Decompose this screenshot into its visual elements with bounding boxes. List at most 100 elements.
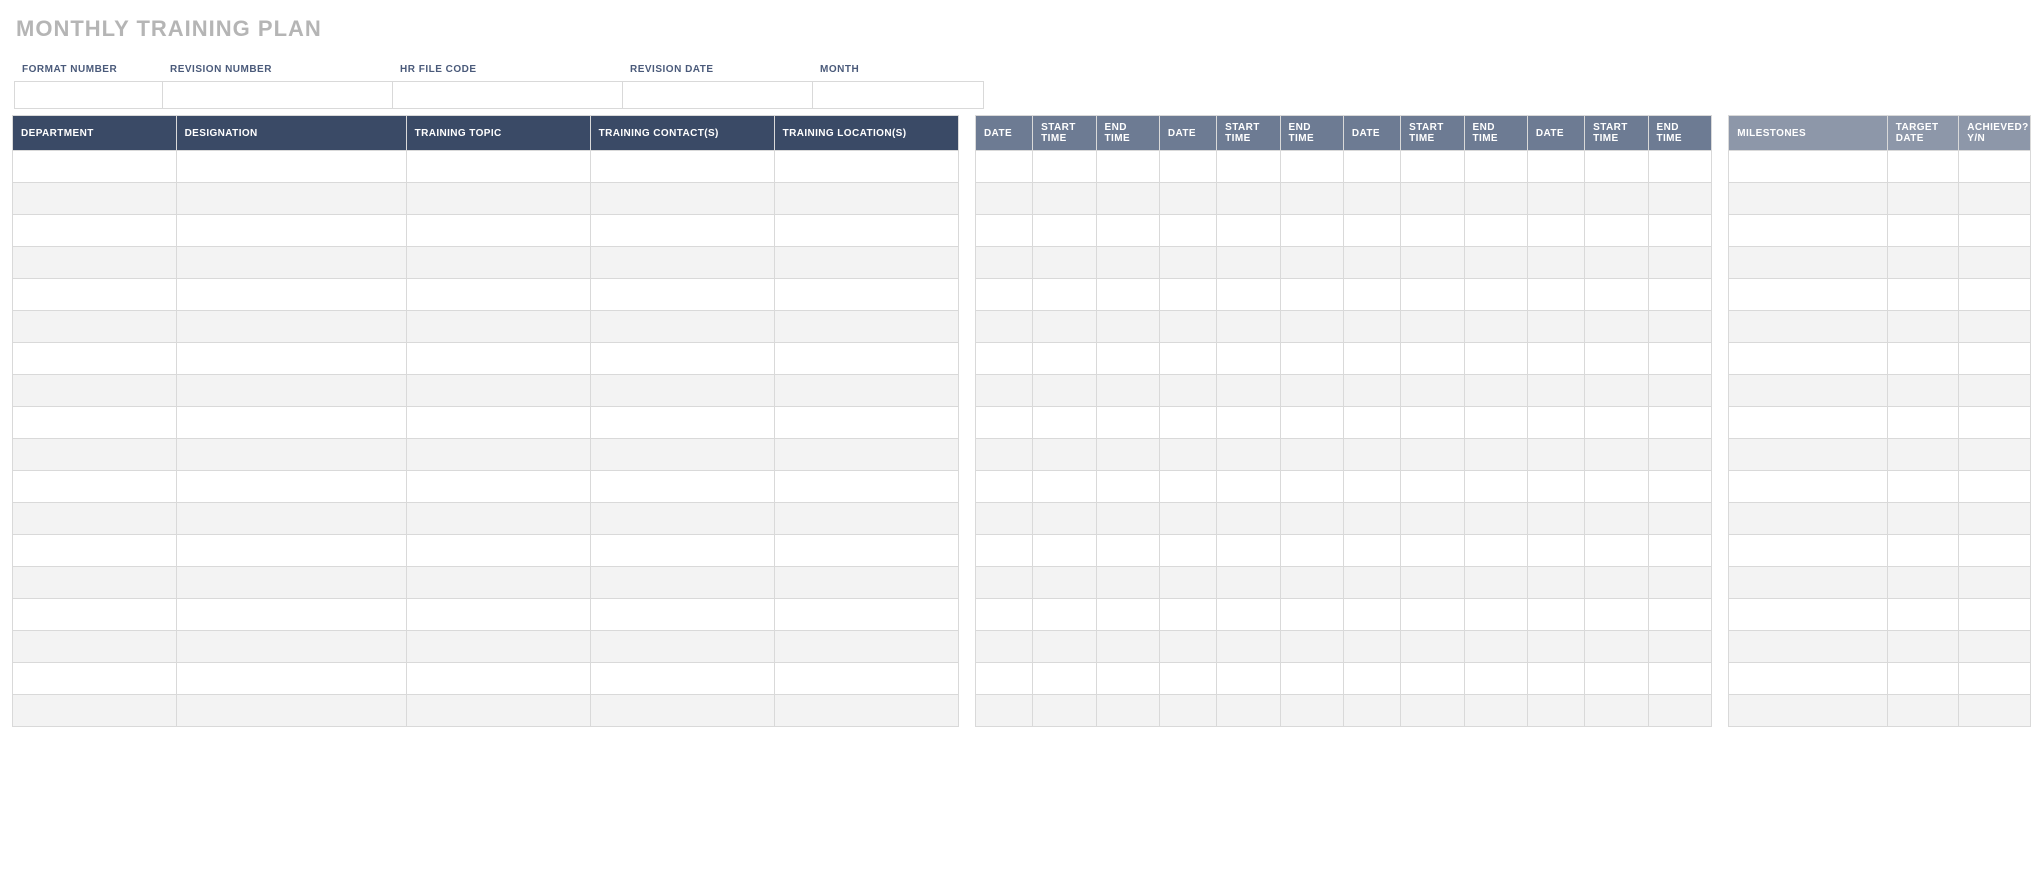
- cell-milestones[interactable]: [1729, 343, 1887, 375]
- cell-training-topic[interactable]: [406, 407, 590, 439]
- cell-end-time-4[interactable]: [1648, 151, 1711, 183]
- cell-start-time-4[interactable]: [1585, 311, 1648, 343]
- cell-date-3[interactable]: [1343, 503, 1400, 535]
- cell-milestones[interactable]: [1729, 599, 1887, 631]
- cell-date-1[interactable]: [975, 663, 1032, 695]
- cell-end-time-3[interactable]: [1464, 215, 1527, 247]
- cell-start-time-2[interactable]: [1217, 631, 1280, 663]
- cell-date-3[interactable]: [1343, 535, 1400, 567]
- cell-end-time-2[interactable]: [1280, 439, 1343, 471]
- cell-end-time-1[interactable]: [1096, 407, 1159, 439]
- cell-end-time-4[interactable]: [1648, 439, 1711, 471]
- cell-start-time-1[interactable]: [1033, 311, 1096, 343]
- cell-end-time-2[interactable]: [1280, 343, 1343, 375]
- cell-date-1[interactable]: [975, 375, 1032, 407]
- cell-end-time-4[interactable]: [1648, 343, 1711, 375]
- cell-training-contacts[interactable]: [590, 183, 774, 215]
- cell-date-2[interactable]: [1159, 535, 1216, 567]
- cell-start-time-1[interactable]: [1033, 215, 1096, 247]
- cell-training-contacts[interactable]: [590, 471, 774, 503]
- cell-end-time-4[interactable]: [1648, 631, 1711, 663]
- cell-date-4[interactable]: [1527, 535, 1584, 567]
- cell-designation[interactable]: [176, 375, 406, 407]
- cell-start-time-4[interactable]: [1585, 247, 1648, 279]
- cell-start-time-3[interactable]: [1401, 183, 1464, 215]
- cell-start-time-1[interactable]: [1033, 375, 1096, 407]
- cell-date-3[interactable]: [1343, 663, 1400, 695]
- cell-start-time-3[interactable]: [1401, 631, 1464, 663]
- cell-end-time-4[interactable]: [1648, 567, 1711, 599]
- cell-date-3[interactable]: [1343, 151, 1400, 183]
- cell-end-time-2[interactable]: [1280, 663, 1343, 695]
- cell-start-time-3[interactable]: [1401, 439, 1464, 471]
- cell-start-time-3[interactable]: [1401, 279, 1464, 311]
- cell-achieved[interactable]: [1959, 567, 2031, 599]
- cell-designation[interactable]: [176, 599, 406, 631]
- cell-date-2[interactable]: [1159, 567, 1216, 599]
- cell-end-time-1[interactable]: [1096, 599, 1159, 631]
- cell-training-contacts[interactable]: [590, 695, 774, 727]
- cell-end-time-3[interactable]: [1464, 247, 1527, 279]
- cell-end-time-4[interactable]: [1648, 695, 1711, 727]
- cell-end-time-3[interactable]: [1464, 375, 1527, 407]
- cell-training-contacts[interactable]: [590, 151, 774, 183]
- cell-milestones[interactable]: [1729, 695, 1887, 727]
- cell-start-time-1[interactable]: [1033, 567, 1096, 599]
- cell-date-1[interactable]: [975, 471, 1032, 503]
- cell-milestones[interactable]: [1729, 567, 1887, 599]
- cell-date-4[interactable]: [1527, 247, 1584, 279]
- cell-training-contacts[interactable]: [590, 535, 774, 567]
- cell-start-time-4[interactable]: [1585, 439, 1648, 471]
- month-input[interactable]: [812, 81, 984, 109]
- cell-end-time-1[interactable]: [1096, 663, 1159, 695]
- cell-milestones[interactable]: [1729, 279, 1887, 311]
- cell-milestones[interactable]: [1729, 439, 1887, 471]
- cell-date-2[interactable]: [1159, 279, 1216, 311]
- cell-start-time-2[interactable]: [1217, 375, 1280, 407]
- cell-designation[interactable]: [176, 471, 406, 503]
- cell-date-4[interactable]: [1527, 375, 1584, 407]
- cell-end-time-4[interactable]: [1648, 183, 1711, 215]
- cell-training-topic[interactable]: [406, 311, 590, 343]
- cell-start-time-3[interactable]: [1401, 311, 1464, 343]
- cell-target-date[interactable]: [1887, 215, 1959, 247]
- cell-milestones[interactable]: [1729, 407, 1887, 439]
- cell-target-date[interactable]: [1887, 343, 1959, 375]
- cell-target-date[interactable]: [1887, 183, 1959, 215]
- cell-start-time-4[interactable]: [1585, 695, 1648, 727]
- cell-end-time-3[interactable]: [1464, 151, 1527, 183]
- cell-department[interactable]: [13, 695, 177, 727]
- cell-start-time-1[interactable]: [1033, 631, 1096, 663]
- cell-date-4[interactable]: [1527, 439, 1584, 471]
- cell-end-time-2[interactable]: [1280, 471, 1343, 503]
- cell-department[interactable]: [13, 503, 177, 535]
- cell-date-4[interactable]: [1527, 503, 1584, 535]
- cell-date-4[interactable]: [1527, 311, 1584, 343]
- cell-milestones[interactable]: [1729, 471, 1887, 503]
- cell-milestones[interactable]: [1729, 215, 1887, 247]
- cell-achieved[interactable]: [1959, 183, 2031, 215]
- cell-date-3[interactable]: [1343, 695, 1400, 727]
- cell-training-contacts[interactable]: [590, 439, 774, 471]
- cell-start-time-3[interactable]: [1401, 343, 1464, 375]
- cell-date-2[interactable]: [1159, 183, 1216, 215]
- cell-date-1[interactable]: [975, 503, 1032, 535]
- cell-department[interactable]: [13, 663, 177, 695]
- cell-target-date[interactable]: [1887, 151, 1959, 183]
- cell-date-2[interactable]: [1159, 311, 1216, 343]
- cell-end-time-2[interactable]: [1280, 151, 1343, 183]
- cell-start-time-4[interactable]: [1585, 535, 1648, 567]
- cell-training-locations[interactable]: [774, 375, 958, 407]
- cell-date-1[interactable]: [975, 567, 1032, 599]
- cell-training-topic[interactable]: [406, 535, 590, 567]
- cell-start-time-4[interactable]: [1585, 407, 1648, 439]
- cell-date-2[interactable]: [1159, 343, 1216, 375]
- format-number-input[interactable]: [14, 81, 162, 109]
- cell-target-date[interactable]: [1887, 279, 1959, 311]
- cell-date-2[interactable]: [1159, 471, 1216, 503]
- cell-end-time-3[interactable]: [1464, 503, 1527, 535]
- cell-date-3[interactable]: [1343, 247, 1400, 279]
- cell-date-1[interactable]: [975, 599, 1032, 631]
- cell-date-3[interactable]: [1343, 311, 1400, 343]
- cell-designation[interactable]: [176, 279, 406, 311]
